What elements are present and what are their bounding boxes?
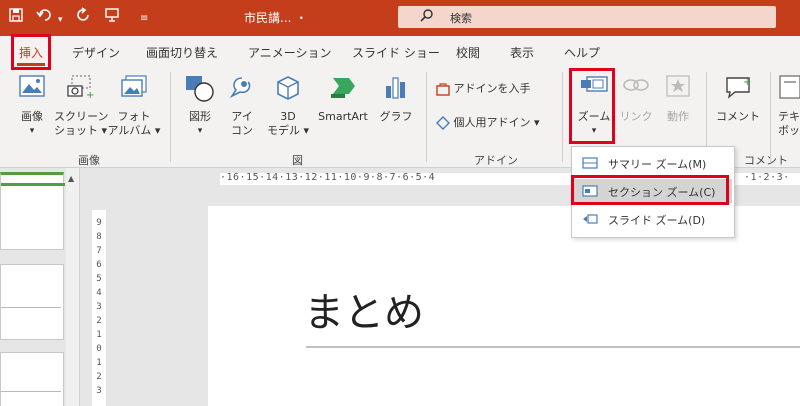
image-group-label: 画像 <box>78 154 100 167</box>
tab-animations[interactable]: アニメーション <box>248 44 332 61</box>
my-addins-button[interactable]: 個人用アドイン ▾ <box>436 116 560 130</box>
tab-design[interactable]: デザイン <box>72 44 120 61</box>
chart-button[interactable]: グラフ <box>378 74 414 124</box>
tab-help[interactable]: ヘルプ <box>564 44 600 61</box>
ruler-ticks: ·16·15·14·13·12·11·10·9·8·7·6·5·4 <box>220 172 436 183</box>
icons-button[interactable]: アイ コン <box>224 74 260 138</box>
smartart-button[interactable]: SmartArt <box>312 74 374 124</box>
group-separator <box>770 72 771 162</box>
svg-text:+: + <box>86 90 94 100</box>
image-icon <box>19 75 45 97</box>
search-icon <box>420 8 434 26</box>
star-icon <box>666 75 690 97</box>
ribbon-tabs: 挿入 デザイン 画面切り替え アニメーション スライド ショー 校閲 表示 ヘル… <box>0 36 800 68</box>
group-separator <box>562 72 563 162</box>
slide-thumbnail-panel <box>0 168 66 406</box>
title-underline <box>306 346 800 348</box>
tab-review[interactable]: 校閲 <box>456 44 480 61</box>
menu-item-summary-zoom[interactable]: サマリー ズーム(M) <box>574 151 732 175</box>
shapes-icon <box>186 76 214 102</box>
addin-icon <box>436 116 450 130</box>
ruler-ticks-right: ·1·2·3· <box>744 172 790 183</box>
link-icon <box>623 79 649 91</box>
addin-group-label: アドイン <box>474 154 518 167</box>
comment-button[interactable]: + コメント <box>716 74 760 124</box>
customize-qat-icon[interactable]: ≡ <box>140 8 148 30</box>
redo-icon[interactable] <box>76 7 92 29</box>
image-button[interactable]: 画像 ▾ <box>14 74 50 138</box>
3d-model-button[interactable]: 3D モデル ▾ <box>266 74 310 138</box>
highlight-zoom-button <box>569 68 615 144</box>
group-separator <box>426 72 427 162</box>
search-placeholder: 検索 <box>450 12 472 25</box>
comment-group-label: コメント <box>744 154 788 167</box>
store-icon <box>436 83 450 96</box>
tab-slideshow[interactable]: スライド ショー <box>352 44 440 61</box>
highlight-section-zoom <box>571 175 729 205</box>
scroll-up-icon[interactable]: ▲ <box>68 174 74 183</box>
textbox-icon <box>779 75 800 99</box>
chart-icon <box>386 77 405 99</box>
slide-zoom-icon <box>583 214 598 224</box>
figure-group-label: 図 <box>292 154 303 167</box>
svg-text:+: + <box>743 77 751 88</box>
screenshot-icon: + <box>67 75 94 101</box>
photo-album-button[interactable]: フォト アルバム ▾ <box>106 74 162 138</box>
photo-album-icon <box>121 75 147 97</box>
search-box[interactable]: 検索 <box>398 6 776 28</box>
presentation-icon[interactable] <box>104 7 120 29</box>
shapes-button[interactable]: 図形 ▾ <box>180 74 220 138</box>
summary-zoom-icon <box>582 157 598 169</box>
icons-icon <box>229 77 251 99</box>
group-separator <box>170 72 171 162</box>
vertical-ruler: 9 8 7 6 5 4 3 2 1 0 1 2 3 <box>92 210 106 406</box>
menu-item-slide-zoom[interactable]: スライド ズーム(D) <box>574 207 732 231</box>
tab-view[interactable]: 表示 <box>510 44 534 61</box>
slide-thumbnail[interactable] <box>0 352 64 406</box>
document-title: 市民講... ・ <box>244 11 308 25</box>
smartart-icon <box>331 78 355 98</box>
screenshot-button[interactable]: + スクリーン ショット ▾ <box>54 74 108 138</box>
thumbnail-scrollbar[interactable]: ▲ <box>66 168 80 406</box>
tab-transitions[interactable]: 画面切り替え <box>146 44 218 61</box>
textbox-button[interactable]: テキ ボッ <box>778 74 800 138</box>
save-icon[interactable] <box>8 7 24 29</box>
slide-title[interactable]: まとめ <box>304 280 424 338</box>
slide-thumbnail[interactable] <box>0 264 64 340</box>
link-button: リンク <box>618 74 654 124</box>
undo-icon[interactable] <box>36 7 54 29</box>
highlight-insert-tab <box>11 34 51 70</box>
cube-icon <box>277 76 299 100</box>
action-button: 動作 <box>660 74 696 124</box>
title-bar: ▾ ≡ 市民講... ・ 検索 <box>0 0 800 36</box>
get-addins-button[interactable]: アドインを入手 <box>436 82 556 96</box>
undo-dropdown-icon[interactable]: ▾ <box>58 9 63 31</box>
comment-icon: + <box>726 77 751 99</box>
slide-thumbnail[interactable] <box>0 172 65 250</box>
